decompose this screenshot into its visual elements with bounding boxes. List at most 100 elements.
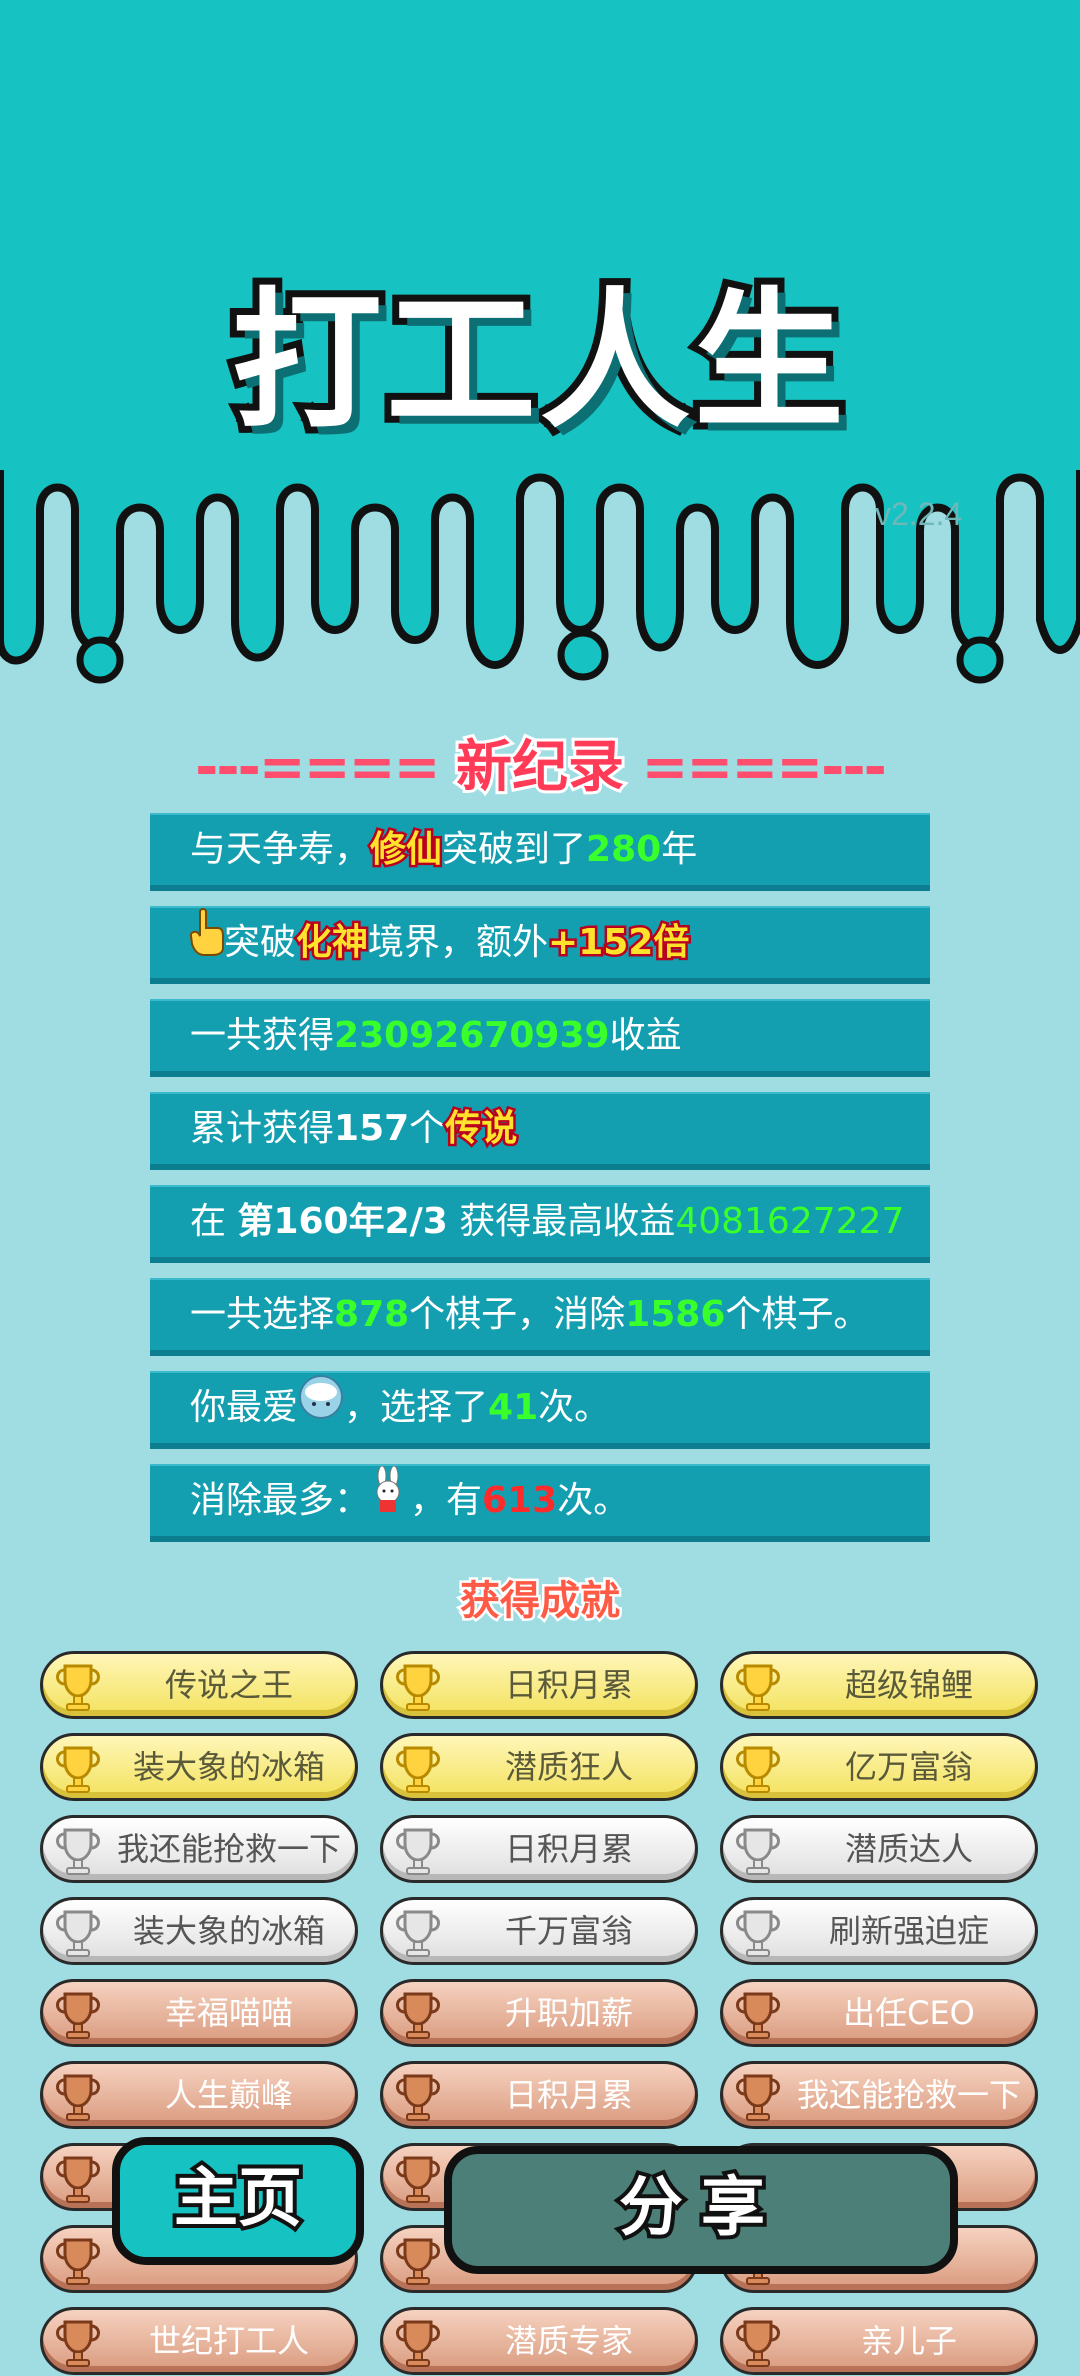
row-text: 个棋子，消除 bbox=[409, 1294, 626, 1335]
hand-pointer-icon bbox=[189, 908, 224, 980]
achievement-badge[interactable]: 潜质狂人 bbox=[380, 1733, 698, 1801]
trophy-icon bbox=[733, 1824, 783, 1876]
trophy-icon bbox=[393, 1906, 443, 1958]
achievement-badge[interactable]: 亿万富翁 bbox=[720, 1733, 1038, 1801]
row-text: 消除最多： bbox=[190, 1480, 371, 1521]
trophy-icon bbox=[393, 2234, 443, 2286]
rabbit-icon bbox=[370, 1465, 410, 1538]
row-text: 境界，额外 bbox=[368, 922, 549, 963]
home-button[interactable]: 主页 bbox=[112, 2137, 364, 2265]
achievement-label: 装大象的冰箱 bbox=[132, 1748, 325, 1786]
achievement-badge[interactable]: 装大象的冰箱 bbox=[40, 1897, 358, 1965]
achievement-badge[interactable]: 传说之王 bbox=[40, 1651, 358, 1719]
achievement-badge[interactable]: 日积月累 bbox=[380, 2061, 698, 2129]
achievement-badge[interactable]: 我还能抢救一下 bbox=[720, 2061, 1038, 2129]
row-text: ，有 bbox=[410, 1480, 483, 1521]
achievement-badge[interactable]: 幸福喵喵 bbox=[40, 1979, 358, 2047]
trophy-icon bbox=[53, 1742, 103, 1794]
row-text: 一共获得 bbox=[190, 1015, 335, 1056]
achievement-label: 日积月累 bbox=[504, 1830, 633, 1868]
row-text: 在 bbox=[190, 1201, 238, 1242]
row-text: 年 bbox=[661, 829, 698, 870]
row-highlight: 化神 bbox=[294, 920, 371, 966]
record-row-eliminated: 消除最多： ，有613次。 bbox=[150, 1464, 930, 1542]
trophy-icon bbox=[393, 2152, 443, 2204]
achievement-badge[interactable]: 潜质专家 bbox=[380, 2307, 698, 2375]
achievement-label: 传说之王 bbox=[164, 1666, 293, 1704]
trophy-icon bbox=[53, 1824, 103, 1876]
record-row-income: 一共获得23092670939收益 bbox=[150, 999, 930, 1077]
row-text: ，选择了 bbox=[344, 1387, 489, 1428]
achievement-badge[interactable]: 超级锦鲤 bbox=[720, 1651, 1038, 1719]
trophy-icon bbox=[733, 2070, 783, 2122]
record-row-realm: 突破化神境界，额外+152倍 bbox=[150, 906, 930, 984]
trophy-icon bbox=[393, 1988, 443, 2040]
trophy-icon bbox=[733, 1660, 783, 1712]
game-title: 打工人生 bbox=[225, 268, 851, 456]
achievement-badge[interactable]: 世纪打工人 bbox=[40, 2307, 358, 2375]
row-value: 第160年2/3 bbox=[237, 1201, 448, 1242]
trophy-icon bbox=[53, 2316, 103, 2368]
trophy-icon bbox=[733, 1988, 783, 2040]
achievement-label: 潜质达人 bbox=[844, 1830, 973, 1868]
achievement-badge[interactable]: 刷新强迫症 bbox=[720, 1897, 1038, 1965]
achievement-label: 我还能抢救一下 bbox=[796, 2076, 1021, 2114]
trophy-icon bbox=[393, 1824, 443, 1876]
achievement-label: 千万富翁 bbox=[504, 1912, 633, 1950]
row-value: 23092670939 bbox=[334, 1015, 610, 1056]
achievement-label: 人生巅峰 bbox=[164, 2076, 293, 2114]
achievement-label: 幸福喵喵 bbox=[164, 1994, 293, 2032]
achievement-label: 日积月累 bbox=[504, 2076, 633, 2114]
achievement-badge[interactable]: 日积月累 bbox=[380, 1815, 698, 1883]
achievement-badge[interactable]: 出任CEO bbox=[720, 1979, 1038, 2047]
achievement-badge[interactable]: 千万富翁 bbox=[380, 1897, 698, 1965]
achievement-label: 刷新强迫症 bbox=[828, 1912, 989, 1950]
record-row-lifespan: 与天争寿，修仙突破到了280年 bbox=[150, 813, 930, 891]
achievement-label: 世纪打工人 bbox=[148, 2322, 309, 2360]
row-text: 次。 bbox=[538, 1387, 611, 1428]
row-text: 个棋子。 bbox=[725, 1294, 870, 1335]
row-text: 与天争寿， bbox=[190, 829, 371, 870]
achievement-badge[interactable]: 人生巅峰 bbox=[40, 2061, 358, 2129]
achievement-badge[interactable]: 我还能抢救一下 bbox=[40, 1815, 358, 1883]
row-value: 41 bbox=[488, 1387, 539, 1428]
row-value: 1586 bbox=[625, 1294, 726, 1335]
achievement-label: 我还能抢救一下 bbox=[116, 1830, 341, 1868]
achievement-label: 亿万富翁 bbox=[844, 1748, 973, 1786]
share-button[interactable]: 分享 bbox=[444, 2146, 958, 2274]
row-text: 获得最高收益 bbox=[447, 1201, 676, 1242]
dash-right: ====--- bbox=[624, 735, 886, 800]
achievement-badge[interactable]: 潜质达人 bbox=[720, 1815, 1038, 1883]
row-value: 157 bbox=[334, 1108, 410, 1149]
new-record-title: 新纪录 bbox=[453, 732, 627, 803]
row-highlight: 传说 bbox=[443, 1106, 520, 1152]
row-text: 收益 bbox=[609, 1015, 682, 1056]
dash-left: ---==== bbox=[195, 735, 456, 800]
trophy-icon bbox=[733, 1906, 783, 1958]
row-value: 878 bbox=[334, 1294, 410, 1335]
achievement-badge[interactable]: 日积月累 bbox=[380, 1651, 698, 1719]
trophy-icon bbox=[393, 1742, 443, 1794]
achievement-label: 升职加薪 bbox=[504, 1994, 633, 2032]
rice-bowl-icon bbox=[298, 1374, 344, 1444]
row-text: 累计获得 bbox=[190, 1108, 335, 1149]
row-value: 613 bbox=[482, 1480, 558, 1521]
version-label: v2.2.4 bbox=[875, 496, 963, 532]
trophy-icon bbox=[733, 2316, 783, 2368]
row-highlight: 修仙 bbox=[368, 827, 445, 873]
row-value: 4081627227 bbox=[675, 1201, 905, 1242]
trophy-icon bbox=[53, 1988, 103, 2040]
achievement-label: 亲儿子 bbox=[860, 2322, 957, 2360]
row-text: 你最爱 bbox=[190, 1387, 299, 1428]
record-row-legend: 累计获得157个传说 bbox=[150, 1092, 930, 1170]
achievement-badge[interactable]: 装大象的冰箱 bbox=[40, 1733, 358, 1801]
new-record-heading: ---==== 新纪录 ====--- bbox=[0, 722, 1080, 803]
row-text: 突破到了 bbox=[442, 829, 587, 870]
record-row-favorite: 你最爱 ，选择了41次。 bbox=[150, 1371, 930, 1449]
row-value: 280 bbox=[586, 829, 662, 870]
row-highlight: +152倍 bbox=[546, 920, 692, 966]
achievement-badge[interactable]: 升职加薪 bbox=[380, 1979, 698, 2047]
achievement-badge[interactable]: 亲儿子 bbox=[720, 2307, 1038, 2375]
achievement-label: 日积月累 bbox=[504, 1666, 633, 1704]
achievements-title: 获得成就 bbox=[458, 1576, 623, 1627]
